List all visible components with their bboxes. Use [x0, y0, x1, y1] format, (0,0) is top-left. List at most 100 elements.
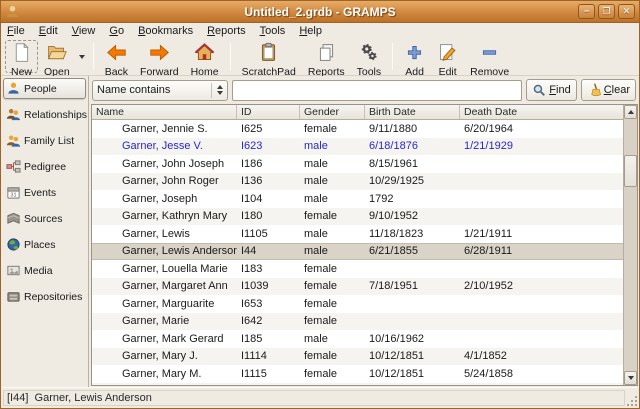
- sidebar-item-places[interactable]: Places: [3, 234, 86, 255]
- cell-id: I625: [237, 123, 300, 135]
- sidebar-item-media[interactable]: Media: [3, 260, 86, 281]
- sidebar-item-family-list[interactable]: Family List: [3, 130, 86, 151]
- open-dropdown-arrow[interactable]: [76, 40, 88, 73]
- cell-gender: female: [300, 350, 365, 362]
- forward-button[interactable]: Forward: [134, 40, 185, 73]
- menu-go[interactable]: Go: [109, 25, 124, 37]
- column-header-birth-date[interactable]: Birth Date: [365, 105, 460, 119]
- table-row[interactable]: Garner, JosephI104male1792: [92, 190, 623, 208]
- table-row[interactable]: Garner, MaudeI651female: [92, 383, 623, 386]
- cell-death: 1/21/1911: [460, 228, 623, 240]
- open-folder-icon: [46, 42, 67, 66]
- toolbar: New Open Back Forward Home ScratchPad Re…: [1, 39, 639, 76]
- cell-id: I1105: [237, 228, 300, 240]
- scrollbar-thumb[interactable]: [624, 155, 637, 187]
- home-button[interactable]: Home: [185, 40, 225, 73]
- titlebar[interactable]: Untitled_2.grdb - GRAMPS − ❐ ✕: [1, 1, 639, 23]
- gramps-window: Untitled_2.grdb - GRAMPS − ❐ ✕ File Edit…: [0, 0, 640, 409]
- cell-name: Garner, Jesse V.: [92, 140, 237, 152]
- table-row[interactable]: Garner, MarguariteI653female: [92, 295, 623, 313]
- status-text: [I44] Garner, Lewis Anderson: [1, 392, 152, 404]
- sidebar-item-relationships[interactable]: Relationships: [3, 104, 86, 125]
- people-table: Name ID Gender Birth Date Death Date Gar…: [91, 104, 638, 386]
- column-header-id[interactable]: ID: [237, 105, 300, 119]
- cell-gender: female: [300, 123, 365, 135]
- window-icon: [5, 4, 20, 19]
- column-header-gender[interactable]: Gender: [300, 105, 365, 119]
- scroll-up-button[interactable]: [624, 105, 637, 119]
- table-row[interactable]: Garner, John JosephI186male8/15/1961: [92, 155, 623, 173]
- sidebar-item-events[interactable]: 31 Events: [3, 182, 86, 203]
- menu-tools[interactable]: Tools: [260, 25, 286, 37]
- filter-search-input[interactable]: [232, 80, 522, 101]
- table-row[interactable]: Garner, Mark GerardI185male10/16/1962: [92, 330, 623, 348]
- toolbar-separator: [230, 43, 231, 70]
- reports-button[interactable]: Reports: [302, 40, 351, 73]
- menu-reports[interactable]: Reports: [207, 25, 246, 37]
- cell-name: Garner, Louella Marie: [92, 263, 237, 275]
- edit-button[interactable]: Edit: [431, 40, 464, 73]
- tools-button[interactable]: Tools: [351, 40, 388, 73]
- forward-arrow-icon: [149, 42, 170, 66]
- menu-help[interactable]: Help: [299, 25, 322, 37]
- scroll-down-button[interactable]: [624, 371, 637, 385]
- cell-name: Garner, Lewis Anderson: [92, 245, 237, 257]
- column-header-name[interactable]: Name: [92, 105, 237, 119]
- clear-button[interactable]: Clear: [581, 79, 636, 101]
- table-row[interactable]: Garner, Mary J.I1114female10/12/18514/1/…: [92, 348, 623, 366]
- cell-id: I1114: [237, 350, 300, 362]
- menu-view[interactable]: View: [72, 25, 96, 37]
- minimize-button[interactable]: −: [578, 4, 595, 19]
- table-row[interactable]: Garner, Jennie S.I625female9/11/18806/20…: [92, 120, 623, 138]
- cell-gender: female: [300, 280, 365, 292]
- cell-birth: 9/11/1880: [365, 123, 460, 135]
- cell-death: 1/21/1929: [460, 140, 623, 152]
- find-button[interactable]: Find: [526, 79, 576, 101]
- open-button[interactable]: Open: [38, 40, 76, 73]
- sidebar-item-people[interactable]: People: [3, 78, 86, 99]
- table-row[interactable]: Garner, Mary M.I1115female10/12/18515/24…: [92, 365, 623, 383]
- table-row[interactable]: Garner, MarieI642female: [92, 313, 623, 331]
- cell-name: Garner, Marie: [92, 315, 237, 327]
- table-row[interactable]: Garner, Kathryn MaryI180female9/10/1952: [92, 208, 623, 226]
- add-button[interactable]: Add: [398, 40, 431, 73]
- reports-documents-icon: [316, 42, 337, 66]
- sidebar: People Relationships Family List Pedigre…: [1, 76, 89, 387]
- people-icon: [6, 81, 21, 96]
- menu-bookmarks[interactable]: Bookmarks: [138, 25, 193, 37]
- cell-id: I185: [237, 333, 300, 345]
- filter-field-select[interactable]: Name contains: [92, 80, 228, 101]
- cell-id: I136: [237, 175, 300, 187]
- vertical-scrollbar[interactable]: [623, 105, 637, 385]
- column-header-death-date[interactable]: Death Date: [460, 105, 623, 119]
- close-button[interactable]: ✕: [618, 4, 635, 19]
- back-button[interactable]: Back: [99, 40, 134, 73]
- maximize-button[interactable]: ❐: [598, 4, 615, 19]
- cell-id: I1115: [237, 368, 300, 380]
- cell-death: 6/20/1964: [460, 123, 623, 135]
- cell-id: I186: [237, 158, 300, 170]
- menu-edit[interactable]: Edit: [39, 25, 58, 37]
- new-document-icon: [11, 42, 32, 66]
- menu-file[interactable]: File: [7, 25, 25, 37]
- scratchpad-button[interactable]: ScratchPad: [236, 40, 302, 73]
- resize-grip[interactable]: [626, 395, 637, 406]
- table-row[interactable]: Garner, LewisI1105male11/18/18231/21/191…: [92, 225, 623, 243]
- table-row[interactable]: Garner, Louella MarieI183female: [92, 260, 623, 278]
- new-button[interactable]: New: [5, 40, 38, 73]
- sidebar-item-sources[interactable]: Sources: [3, 208, 86, 229]
- sidebar-item-repositories[interactable]: Repositories: [3, 286, 86, 307]
- table-row[interactable]: Garner, Lewis AndersonI44male6/21/18556/…: [92, 243, 623, 261]
- media-photo-icon: [6, 263, 21, 278]
- cell-id: I642: [237, 315, 300, 327]
- table-row[interactable]: Garner, Jesse V.I623male6/18/18761/21/19…: [92, 138, 623, 156]
- remove-button[interactable]: Remove: [464, 40, 515, 73]
- table-row[interactable]: Garner, John RogerI136male10/29/1925: [92, 173, 623, 191]
- cell-name: Garner, Jennie S.: [92, 123, 237, 135]
- table-row[interactable]: Garner, Margaret AnnI1039female7/18/1951…: [92, 278, 623, 296]
- cell-birth: 10/12/1851: [365, 350, 460, 362]
- toolbar-separator: [93, 43, 94, 70]
- sidebar-item-pedigree[interactable]: Pedigree: [3, 156, 86, 177]
- scrollbar-track[interactable]: [624, 119, 637, 371]
- broom-icon: [587, 83, 601, 97]
